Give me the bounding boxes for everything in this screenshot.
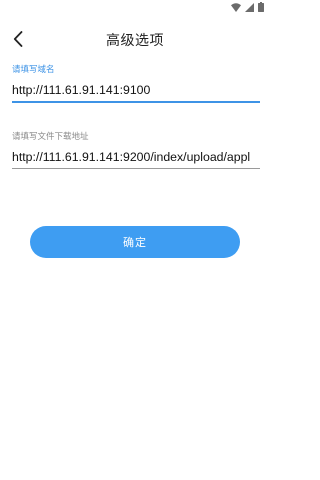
signal-icon xyxy=(245,2,254,12)
download-url-field-underline xyxy=(12,168,260,169)
download-url-field-label: 请填写文件下载地址 xyxy=(12,132,89,142)
battery-icon xyxy=(258,2,264,12)
domain-field: 请填写域名 xyxy=(12,65,260,103)
status-icons xyxy=(231,2,264,12)
domain-field-label: 请填写域名 xyxy=(12,65,55,75)
toolbar: 高级选项 xyxy=(0,14,270,64)
download-url-input[interactable] xyxy=(12,148,260,168)
domain-input[interactable] xyxy=(12,81,260,101)
wifi-icon xyxy=(231,2,241,12)
confirm-button[interactable]: 确定 xyxy=(30,226,240,258)
status-bar xyxy=(0,0,270,14)
download-url-field: 请填写文件下载地址 xyxy=(12,132,260,169)
page-title: 高级选项 xyxy=(106,33,164,49)
domain-field-underline xyxy=(12,101,260,103)
advanced-options-screen: 高级选项 请填写域名 请填写文件下载地址 确定 xyxy=(0,0,270,480)
